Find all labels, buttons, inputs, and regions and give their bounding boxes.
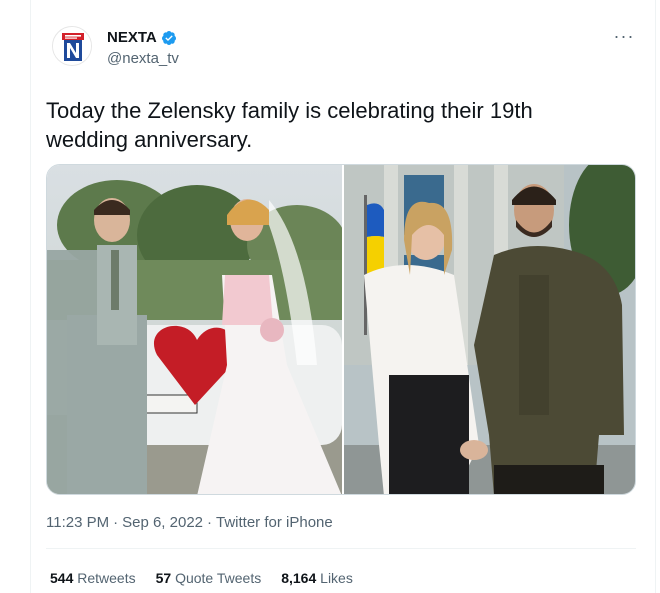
meta-separator: · — [113, 514, 119, 531]
likes-label: Likes — [320, 570, 353, 586]
tweet-text: Today the Zelensky family is celebrating… — [46, 98, 533, 152]
retweets-label: Retweets — [77, 570, 136, 586]
author-display-name[interactable]: NEXTA — [107, 29, 177, 47]
likes-count: 8,164 — [281, 570, 317, 586]
author-handle[interactable]: @nexta_tv — [107, 50, 179, 68]
retweets-count: 544 — [50, 570, 74, 586]
verified-badge-icon — [161, 31, 176, 46]
meta-separator: · — [207, 514, 212, 531]
more-options-button[interactable]: ··· — [612, 24, 636, 48]
nexta-logo-icon — [53, 27, 91, 65]
tweet-source[interactable]: Twitter for iPhone — [216, 514, 333, 532]
tweet-date[interactable]: Sep 6, 2022 — [122, 514, 203, 532]
quotes-label: Quote Tweets — [175, 570, 262, 586]
quotes-count: 57 — [155, 570, 172, 586]
tweet-meta: 11:23 PM · Sep 6, 2022 · Twitter for iPh… — [46, 514, 333, 532]
quotes-stat[interactable]: 57 Quote Tweets — [156, 570, 262, 586]
divider — [46, 548, 636, 549]
likes-stat[interactable]: 8,164 Likes — [281, 570, 353, 586]
retweets-stat[interactable]: 544 Retweets — [50, 570, 136, 586]
tweet-time[interactable]: 11:23 PM — [46, 514, 109, 532]
wedding-photo[interactable] — [47, 165, 342, 494]
tweet-media[interactable] — [46, 164, 636, 495]
author-avatar[interactable] — [52, 26, 92, 66]
anniversary-photo[interactable] — [344, 165, 635, 494]
tweet-stats: 544 Retweets 57 Quote Tweets 8,164 Likes — [50, 570, 353, 586]
display-name-text: NEXTA — [107, 29, 157, 46]
